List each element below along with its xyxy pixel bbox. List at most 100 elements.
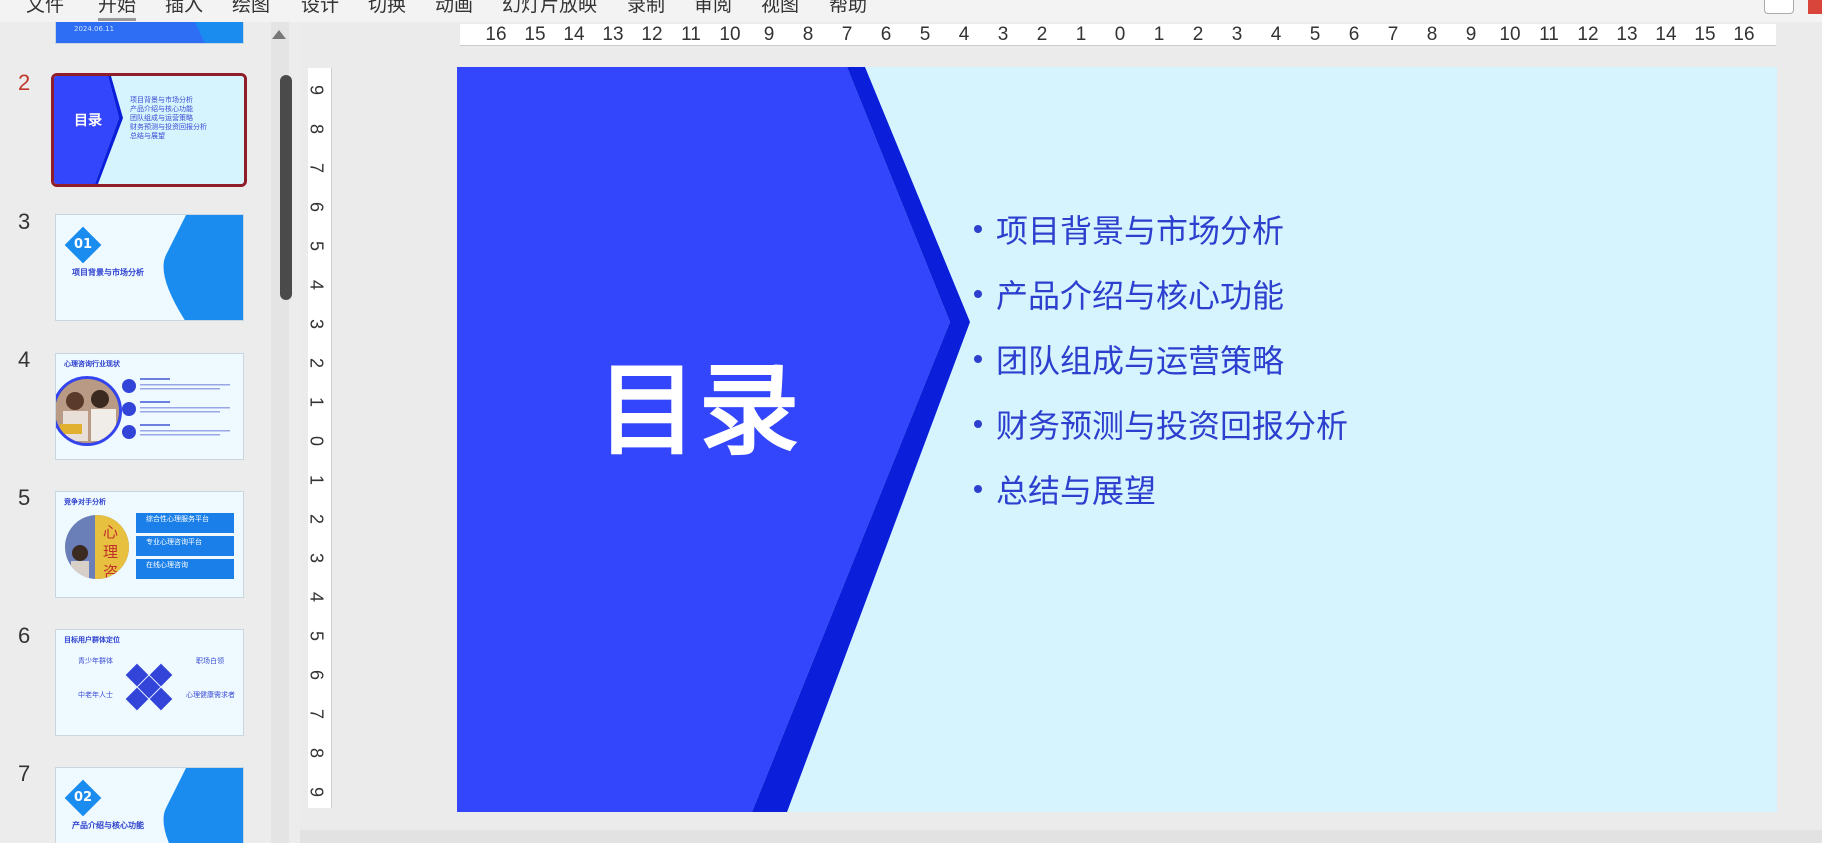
ruler-top-label: 7 xyxy=(841,24,853,45)
vertical-ruler: 9 8 7 6 5 4 3 2 1 0 1 2 3 4 5 6 7 8 9 xyxy=(306,68,332,808)
toc-item-4-label: 财务预测与投资回报分析 xyxy=(996,406,1349,445)
ruler-left-label: 2 xyxy=(306,513,327,525)
ruler-left-label: 3 xyxy=(306,318,327,330)
ruler-top-label: 9 xyxy=(1465,24,1477,45)
thumbnail-slide-7[interactable]: 02 产品介绍与核心功能 xyxy=(55,767,244,843)
thumb5-bar-1-label: 综合性心理服务平台 xyxy=(146,515,209,523)
thumbnail-slide-4[interactable]: 心理咨询行业现状 xyxy=(55,353,244,460)
ruler-top-label: 1 xyxy=(1075,24,1087,45)
ruler-top-label: 2 xyxy=(1036,24,1048,45)
ruler-top-label: 15 xyxy=(524,24,546,45)
toc-item-1-label: 项目背景与市场分析 xyxy=(996,211,1285,250)
ruler-top-label: 13 xyxy=(602,24,624,45)
menu-view[interactable]: 视图 xyxy=(761,0,799,17)
thumbnail-slide-3[interactable]: 01 项目背景与市场分析 xyxy=(55,214,244,321)
ruler-top-label: 0 xyxy=(1114,24,1126,45)
notes-pane-edge xyxy=(300,830,1822,843)
thumbnail-slide-1[interactable]: 2024.06.11 xyxy=(55,22,244,44)
ruler-top-label: 8 xyxy=(1426,24,1438,45)
comments-icon[interactable] xyxy=(1764,0,1794,14)
svg-text:心: 心 xyxy=(103,523,118,541)
scroll-up-arrow-icon[interactable] xyxy=(272,30,286,39)
ruler-left-label: 4 xyxy=(306,591,327,603)
toc-item-5: 总结与展望 xyxy=(974,456,1348,521)
ruler-top-label: 3 xyxy=(997,24,1009,45)
thumb5-photo-art: 心 理 咨 xyxy=(65,515,129,579)
menu-insert[interactable]: 插入 xyxy=(165,0,203,17)
thumb5-photo: 心 理 咨 xyxy=(62,512,132,582)
thumb2-title: 目录 xyxy=(74,113,102,129)
ruler-left-label: 9 xyxy=(306,786,327,798)
ruler-top-label: 7 xyxy=(1387,24,1399,45)
thumbnail-slide-6[interactable]: 目标用户群体定位 青少年群体 职场白领 中老年人士 心理健康需求者 xyxy=(55,629,244,736)
slide-number-3: 3 xyxy=(18,209,31,234)
bullet-icon xyxy=(974,419,982,428)
table-of-contents[interactable]: 项目背景与市场分析 产品介绍与核心功能 团队组成与运营策略 财务预测与投资回报分… xyxy=(974,196,1348,521)
thumb6-title: 目标用户群体定位 xyxy=(64,636,120,644)
ruler-left-label: 6 xyxy=(306,669,327,681)
menu-record[interactable]: 录制 xyxy=(627,0,665,17)
ruler-left-label: 8 xyxy=(306,747,327,759)
thumb5-bar-2-label: 专业心理咨询平台 xyxy=(146,538,202,546)
ruler-left-label: 5 xyxy=(306,630,327,642)
ruler-left-label: 7 xyxy=(306,162,327,174)
ruler-top-label: 9 xyxy=(763,24,775,45)
ruler-left-label: 0 xyxy=(306,435,327,447)
menu-home[interactable]: 开始 xyxy=(98,0,137,21)
thumbnail-slide-5[interactable]: 竞争对手分析 心 理 咨 综合性心理服务平台 专业心理咨询平台 在线心理咨询 xyxy=(55,491,244,598)
thumb7-number: 02 xyxy=(73,790,93,805)
slide-canvas[interactable]: 目录 项目背景与市场分析 产品介绍与核心功能 团队组成与运营策略 财务预测与投资… xyxy=(457,67,1777,812)
ruler-top-label: 5 xyxy=(1309,24,1321,45)
toc-item-3-label: 团队组成与运营策略 xyxy=(996,341,1285,380)
ruler-top-label: 15 xyxy=(1694,24,1716,45)
ruler-left-label: 4 xyxy=(306,279,327,291)
ruler-left-label: 7 xyxy=(306,708,327,720)
menu-animations[interactable]: 动画 xyxy=(435,0,473,17)
menu-review[interactable]: 审阅 xyxy=(694,0,732,17)
ruler-top-label: 12 xyxy=(641,24,663,45)
ruler-top-label: 13 xyxy=(1616,24,1638,45)
bullet-icon xyxy=(974,224,982,233)
thumb5-bar-3-label: 在线心理咨询 xyxy=(146,561,188,569)
thumbnail-slide-2[interactable]: 目录 项目背景与市场分析 产品介绍与核心功能 团队组成与运营策略 财务预测与投资… xyxy=(51,73,247,187)
thumb4-photo-art xyxy=(56,379,119,443)
menu-slideshow[interactable]: 幻灯片放映 xyxy=(502,0,597,17)
thumb4-icon-2 xyxy=(122,402,136,416)
menu-transitions[interactable]: 切换 xyxy=(368,0,406,17)
ruler-left-label: 2 xyxy=(306,357,327,369)
slide-title[interactable]: 目录 xyxy=(597,329,801,474)
menu-draw[interactable]: 绘图 xyxy=(232,0,270,17)
ruler-left-label: 3 xyxy=(306,552,327,564)
thumb4-icon-3 xyxy=(122,425,136,439)
thumb7-label: 产品介绍与核心功能 xyxy=(72,821,144,830)
ruler-top-label: 4 xyxy=(958,24,970,45)
ruler-top-label: 6 xyxy=(880,24,892,45)
thumb6-label-3: 中老年人士 xyxy=(78,691,113,699)
ruler-top-label: 14 xyxy=(1655,24,1677,45)
slide-number-7: 7 xyxy=(18,761,31,786)
thumb4-photo xyxy=(56,376,122,446)
ruler-top-label: 3 xyxy=(1231,24,1243,45)
ruler-left-label: 6 xyxy=(306,201,327,213)
menu-help[interactable]: 帮助 xyxy=(829,0,867,17)
ruler-top-label: 16 xyxy=(485,24,507,45)
toc-item-3: 团队组成与运营策略 xyxy=(974,326,1348,391)
thumb4-icon-1 xyxy=(122,379,136,393)
ruler-left-label: 8 xyxy=(306,123,327,135)
slide-thumbnail-panel: 2024.06.11 2 目录 项目背景与市场分析 产品介绍与核心功能 团队组成… xyxy=(0,22,300,843)
horizontal-ruler: 16 15 14 13 12 11 10 9 8 7 6 5 4 3 2 1 0 1 2 3 4 5 6 7 8 9 10 11 12 1… xyxy=(460,24,1776,46)
ruler-left-label: 5 xyxy=(306,240,327,252)
thumb1-date: 2024.06.11 xyxy=(74,25,115,33)
thumb4-text-lines xyxy=(140,378,230,436)
slide-number-4: 4 xyxy=(18,347,31,372)
menu-design[interactable]: 设计 xyxy=(301,0,339,17)
share-button[interactable] xyxy=(1808,0,1822,14)
menu-file[interactable]: 文件 xyxy=(26,0,64,17)
ruler-top-label: 2 xyxy=(1192,24,1204,45)
thumbnail-scroll-thumb[interactable] xyxy=(280,75,292,300)
toc-item-2-label: 产品介绍与核心功能 xyxy=(996,276,1285,315)
toc-item-2: 产品介绍与核心功能 xyxy=(974,261,1348,326)
ruler-top-label: 1 xyxy=(1153,24,1165,45)
ruler-top-label: 6 xyxy=(1348,24,1360,45)
ruler-top-label: 11 xyxy=(1539,24,1559,45)
